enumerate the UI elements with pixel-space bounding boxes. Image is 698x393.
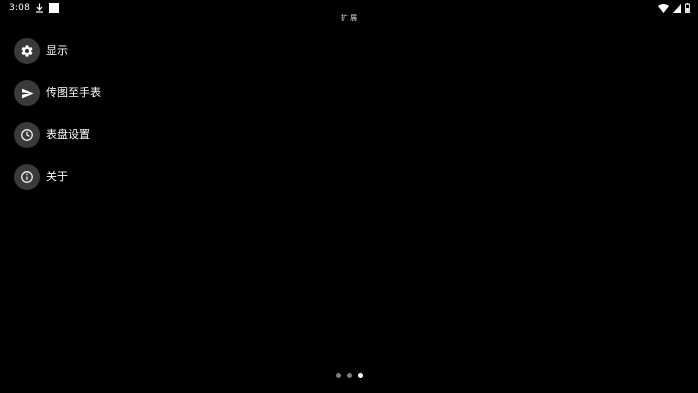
clock-icon xyxy=(14,122,40,148)
menu-item-watchface-settings[interactable]: 表盘设置 xyxy=(14,122,101,148)
menu-item-about[interactable]: 关于 xyxy=(14,164,101,190)
menu-item-label: 传图至手表 xyxy=(46,86,101,99)
settings-menu: 显示 传图至手表 表盘设置 关于 xyxy=(14,38,101,206)
menu-item-label: 关于 xyxy=(46,170,68,183)
page-dot-3-active[interactable] xyxy=(357,373,363,378)
send-icon xyxy=(14,80,40,106)
battery-icon xyxy=(685,3,690,13)
info-icon xyxy=(14,164,40,190)
page-dot-1[interactable] xyxy=(335,373,341,378)
menu-item-label: 表盘设置 xyxy=(46,128,90,141)
menu-item-send-to-watch[interactable]: 传图至手表 xyxy=(14,80,101,106)
cellular-signal-icon xyxy=(673,3,681,13)
page-indicator xyxy=(0,373,698,378)
notification-square-icon xyxy=(49,3,59,13)
wifi-icon xyxy=(658,3,669,13)
page-dot-2[interactable] xyxy=(346,373,352,378)
download-icon xyxy=(36,3,43,13)
screen-title: 扩 展 xyxy=(340,14,358,22)
menu-item-label: 显示 xyxy=(46,44,68,57)
gear-icon xyxy=(14,38,40,64)
menu-item-display[interactable]: 显示 xyxy=(14,38,101,64)
